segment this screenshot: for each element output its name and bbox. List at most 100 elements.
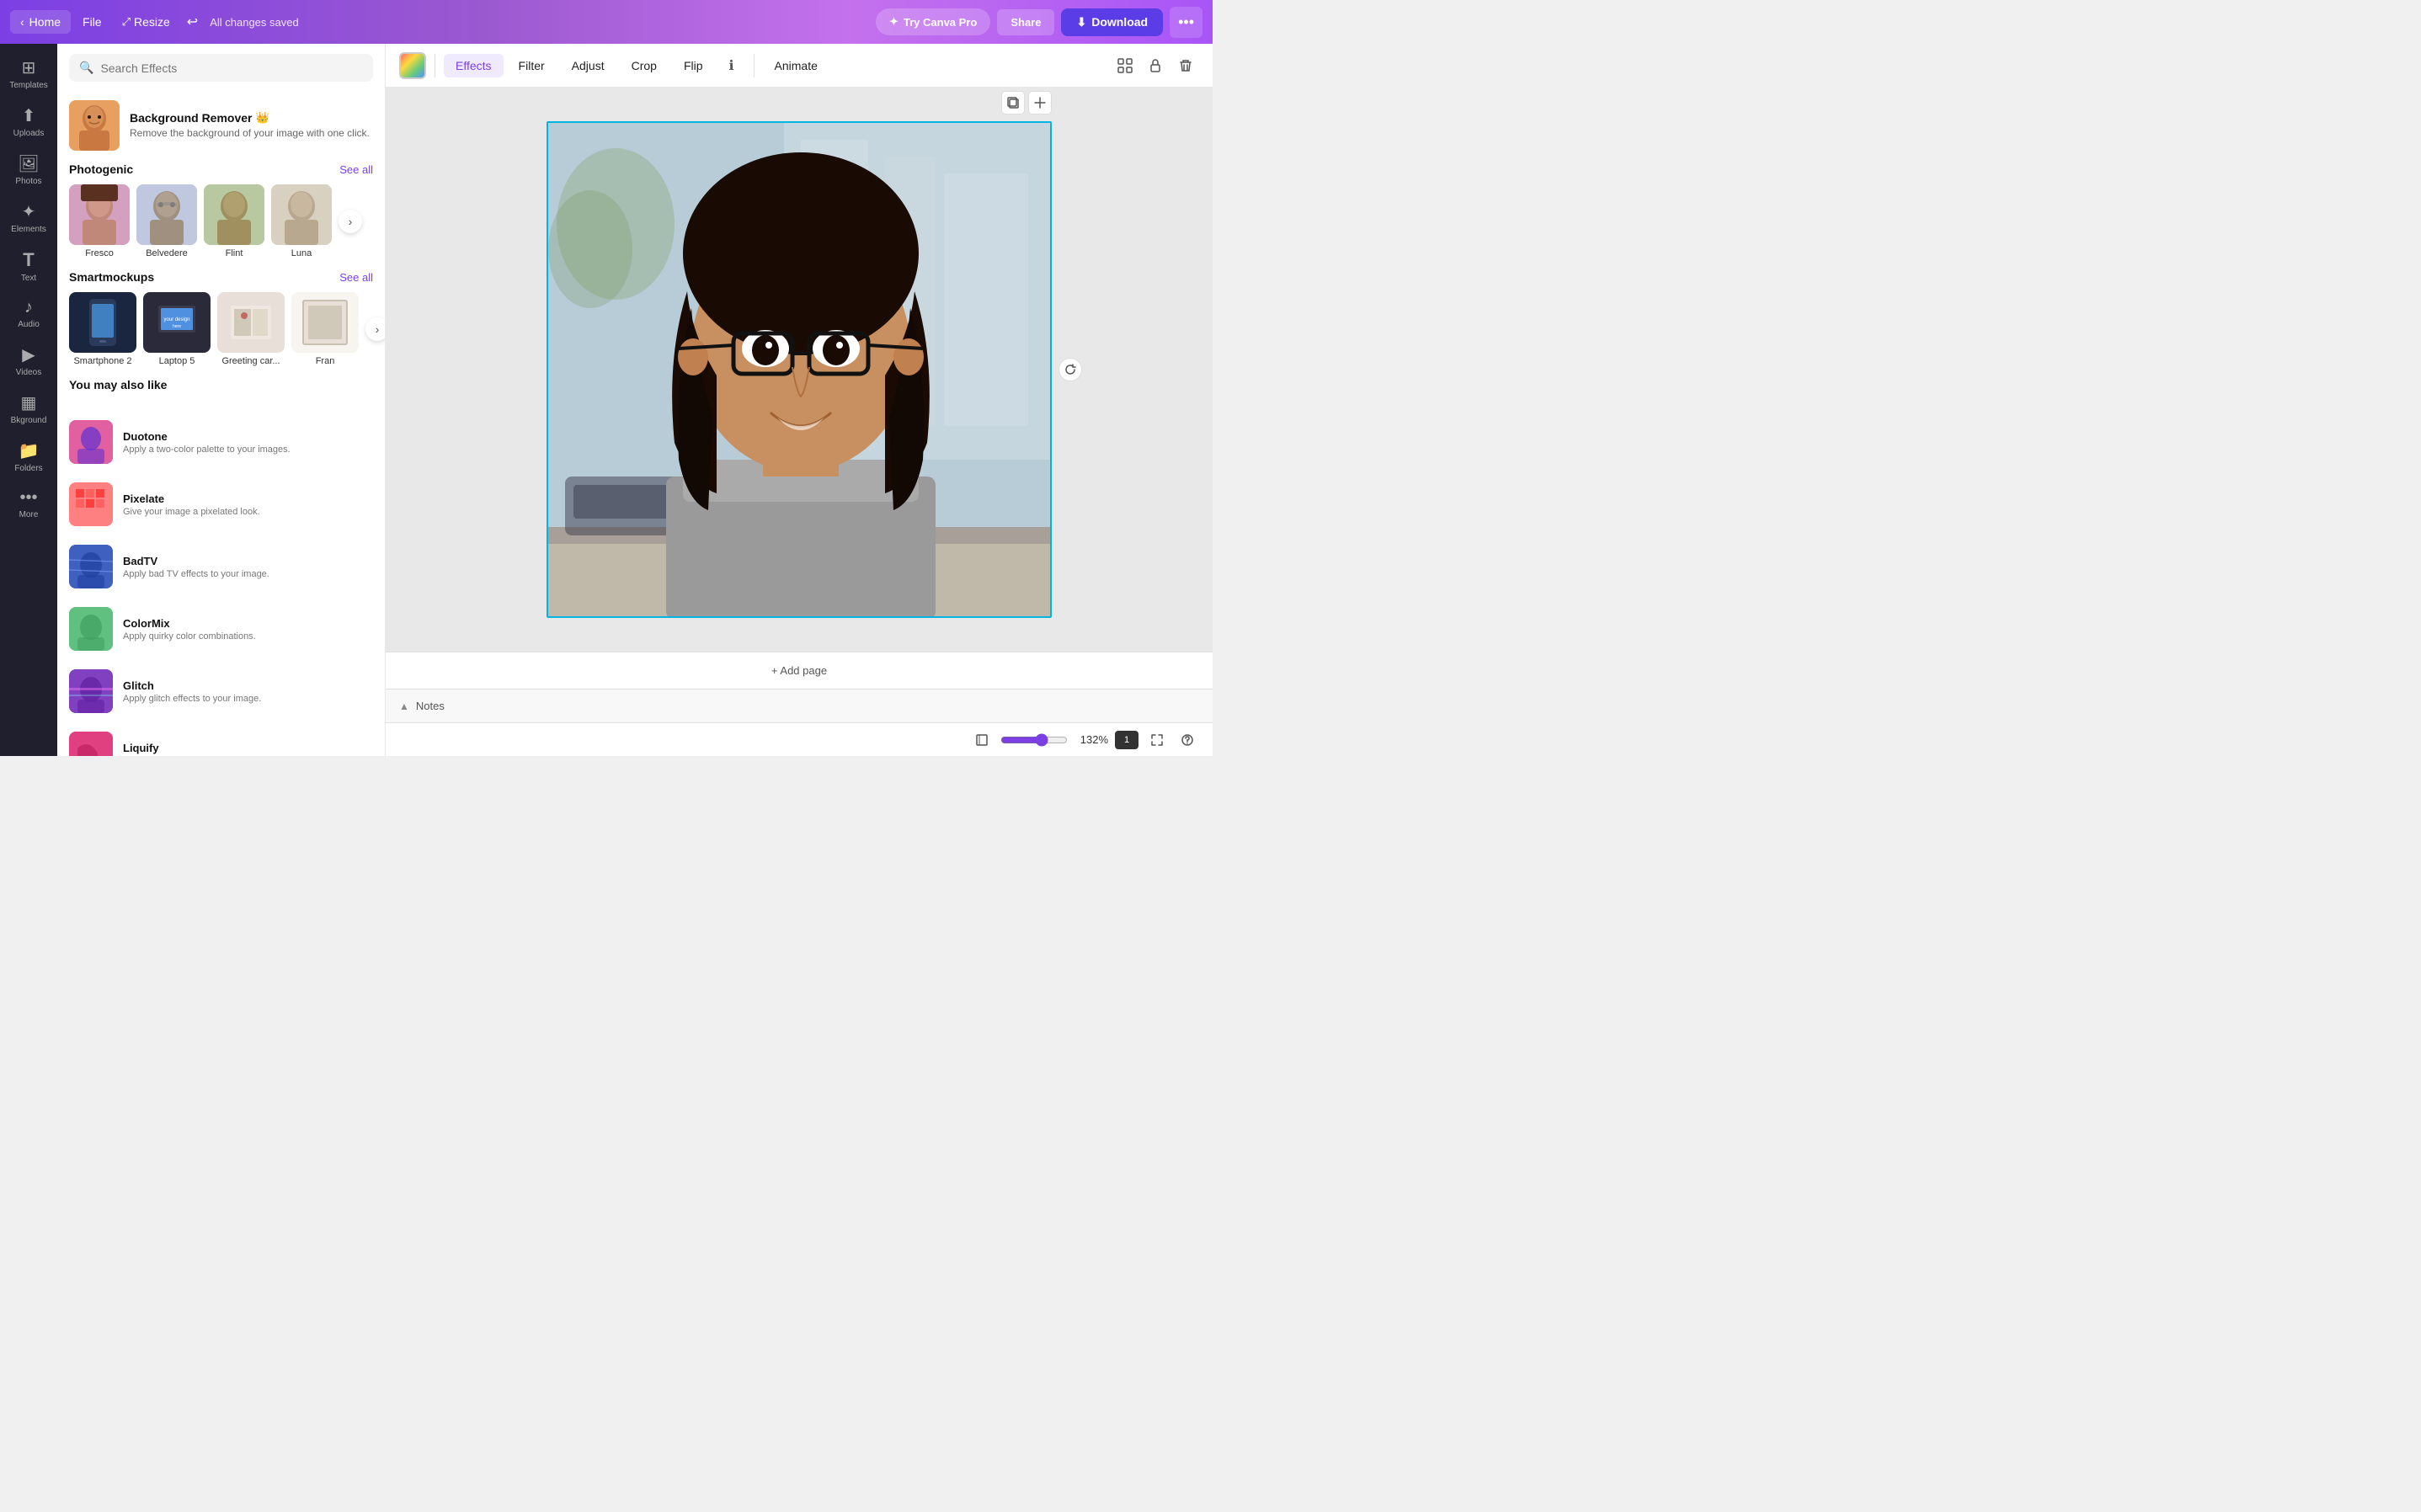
belvedere-thumbnail	[136, 184, 197, 245]
trash-icon-button[interactable]	[1172, 52, 1199, 79]
photogenic-scroll-right[interactable]: ›	[339, 210, 362, 233]
effect-fresco[interactable]: Fresco	[69, 184, 130, 258]
canvas-scroll[interactable]	[386, 88, 1213, 652]
toolbar-adjust-button[interactable]: Adjust	[560, 54, 616, 77]
duplicate-icon	[1006, 96, 1020, 109]
luna-thumbnail	[271, 184, 332, 245]
effect-flint[interactable]: Flint	[204, 184, 264, 258]
mockup-fran[interactable]: Fran	[291, 292, 359, 366]
text-label: Text	[21, 274, 36, 283]
share-button[interactable]: Share	[997, 9, 1054, 35]
glitch-description: Apply glitch effects to your image.	[123, 694, 261, 704]
toolbar-effects-button[interactable]: Effects	[444, 54, 504, 77]
search-input[interactable]	[100, 61, 363, 75]
laptop5-label: Laptop 5	[159, 356, 195, 366]
canvas-corner-icons	[1001, 91, 1052, 114]
laptop5-thumbnail: your design here	[143, 292, 211, 353]
canvas-content	[547, 121, 1052, 618]
fit-page-button[interactable]	[970, 728, 994, 752]
toolbar-crop-button[interactable]: Crop	[620, 54, 669, 77]
colormix-info: ColorMix Apply quirky color combinations…	[123, 617, 256, 642]
color-swatch[interactable]	[399, 52, 426, 79]
may-also-like-header: You may also like	[69, 378, 373, 391]
canvas-area: Effects Filter Adjust Crop Flip ℹ Animat…	[386, 44, 1213, 756]
sidebar-item-uploads[interactable]: ⬆ Uploads	[3, 98, 54, 145]
toolbar-filter-button[interactable]: Filter	[507, 54, 557, 77]
greeting-label: Greeting car...	[221, 356, 280, 366]
toolbar-animate-button[interactable]: Animate	[763, 54, 829, 77]
effect-luna[interactable]: Luna	[271, 184, 332, 258]
effect-belvedere[interactable]: Belvedere	[136, 184, 197, 258]
smartmockups-see-all[interactable]: See all	[339, 271, 373, 284]
fran-svg	[301, 299, 349, 346]
sidebar-item-elements[interactable]: ✦ Elements	[3, 194, 54, 241]
photogenic-see-all[interactable]: See all	[339, 163, 373, 176]
toolbar-info-button[interactable]: ℹ	[718, 52, 745, 79]
sidebar-item-photos[interactable]: 🖼 Photos	[3, 146, 54, 193]
effect-duotone[interactable]: Duotone Apply a two-color palette to you…	[57, 412, 385, 472]
badtv-info: BadTV Apply bad TV effects to your image…	[123, 555, 269, 579]
glitch-thumbnail	[69, 669, 113, 713]
may-also-like-section: You may also like	[57, 378, 385, 412]
glitch-svg	[69, 669, 113, 713]
sidebar-item-folders[interactable]: 📁 Folders	[3, 434, 54, 480]
mockup-greeting[interactable]: Greeting car...	[217, 292, 285, 366]
effect-liquify[interactable]: Liquify Apply liquify effects to your im…	[57, 723, 385, 756]
bottom-bar: 132% 1	[386, 722, 1213, 756]
more-options-button[interactable]: •••	[1170, 7, 1203, 38]
toolbar-flip-button[interactable]: Flip	[672, 54, 715, 77]
grid-icon-button[interactable]	[1112, 52, 1139, 79]
sidebar-item-templates[interactable]: ⊞ Templates	[3, 51, 54, 97]
add-page-corner-button[interactable]	[1028, 91, 1052, 114]
duplicate-page-button[interactable]	[1001, 91, 1025, 114]
undo-button[interactable]: ↩	[182, 8, 203, 35]
photogenic-grid: Fresco Belvedere	[69, 184, 373, 258]
pixelate-info: Pixelate Give your image a pixelated loo…	[123, 492, 260, 517]
sidebar-item-audio[interactable]: ♪ Audio	[3, 291, 54, 336]
canvas-refresh-button[interactable]	[1059, 358, 1082, 381]
download-button[interactable]: ⬇ Download	[1061, 8, 1163, 36]
fit-page-icon	[975, 733, 989, 747]
background-remover-item[interactable]: Background Remover 👑 Remove the backgrou…	[57, 92, 385, 162]
liquify-name: Liquify	[123, 742, 264, 754]
smartmockups-title: Smartmockups	[69, 270, 154, 284]
effect-badtv[interactable]: BadTV Apply bad TV effects to your image…	[57, 536, 385, 597]
pixelate-svg	[69, 482, 113, 526]
sidebar-item-background[interactable]: ▦ Bkground	[3, 386, 54, 432]
templates-label: Templates	[9, 81, 48, 90]
sidebar-item-text[interactable]: T Text	[3, 242, 54, 290]
flint-label: Flint	[226, 248, 243, 258]
help-button[interactable]	[1176, 728, 1199, 752]
lock-icon	[1148, 58, 1163, 73]
main-layout: ⊞ Templates ⬆ Uploads 🖼 Photos ✦ Element…	[0, 44, 1213, 756]
zoom-slider[interactable]	[1000, 733, 1068, 747]
greeting-thumbnail	[217, 292, 285, 353]
fresco-svg	[69, 184, 130, 245]
home-button[interactable]: ‹ Home	[10, 10, 71, 34]
help-icon	[1181, 733, 1194, 747]
smartphone-svg	[86, 299, 120, 346]
fran-thumbnail	[291, 292, 359, 353]
smartmockups-scroll-right[interactable]: ›	[365, 317, 386, 341]
glitch-name: Glitch	[123, 679, 261, 692]
smartphone2-thumbnail	[69, 292, 136, 353]
notes-bar: ▲ Notes	[386, 689, 1213, 722]
try-pro-button[interactable]: ✦ Try Canva Pro	[876, 8, 990, 35]
resize-button[interactable]: ⤢ Resize	[114, 10, 179, 34]
effect-glitch[interactable]: Glitch Apply glitch effects to your imag…	[57, 661, 385, 721]
photogenic-header: Photogenic See all	[69, 162, 373, 176]
sidebar-item-videos[interactable]: ▶ Videos	[3, 338, 54, 384]
sidebar-item-more[interactable]: ••• More	[3, 482, 54, 526]
notes-chevron-icon[interactable]: ▲	[399, 700, 409, 712]
more-icon: •••	[19, 488, 37, 508]
lock-icon-button[interactable]	[1142, 52, 1169, 79]
mockup-laptop5[interactable]: your design here Laptop 5	[143, 292, 211, 366]
effect-pixelate[interactable]: Pixelate Give your image a pixelated loo…	[57, 474, 385, 535]
bg-remover-description: Remove the background of your image with…	[130, 126, 370, 141]
mockup-smartphone2[interactable]: Smartphone 2	[69, 292, 136, 366]
expand-view-button[interactable]	[1145, 728, 1169, 752]
uploads-label: Uploads	[13, 129, 45, 138]
effect-colormix[interactable]: ColorMix Apply quirky color combinations…	[57, 599, 385, 659]
file-button[interactable]: File	[74, 10, 110, 34]
add-page-bar[interactable]: + Add page	[386, 652, 1213, 689]
